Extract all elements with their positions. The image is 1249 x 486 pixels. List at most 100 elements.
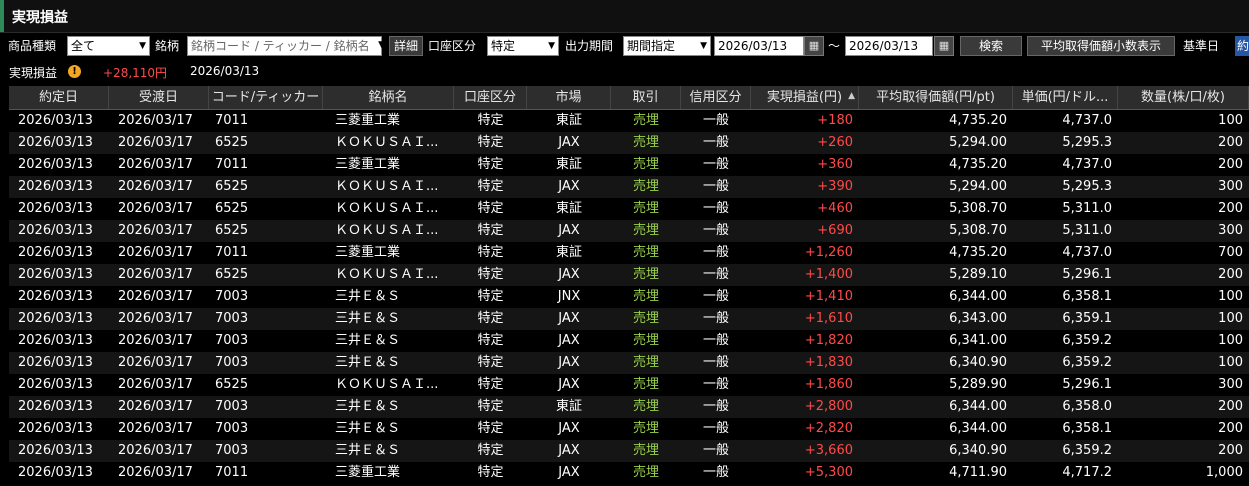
cell-avg-cost: 5,289.10 bbox=[949, 267, 1007, 282]
table-row[interactable]: 2026/03/13 2026/03/17 7003 三井Ｅ＆Ｓ 特定 JAX 売埋 一般 +2… bbox=[9, 418, 1249, 440]
cell-trade-date: 2026/03/13 bbox=[18, 355, 93, 370]
table-row[interactable]: 2026/03/13 2026/03/17 7011 三菱重工業 特定 東証 売埋 一般 +1,… bbox=[9, 242, 1249, 264]
cell-avg-cost: 4,711.90 bbox=[949, 465, 1007, 480]
period-label: 出力期間 bbox=[565, 39, 614, 53]
cell-settle-date: 2026/03/17 bbox=[118, 157, 193, 172]
table-row[interactable]: 2026/03/13 2026/03/17 7011 三菱重工業 特定 東証 売埋 一般 +36… bbox=[9, 154, 1249, 176]
cell-margin-type: 一般 bbox=[702, 443, 729, 458]
table-row[interactable]: 2026/03/13 2026/03/17 7011 三菱重工業 特定 JAX 売埋 一般 +5… bbox=[9, 462, 1249, 484]
product-type-select[interactable]: 全て ▼ bbox=[67, 36, 150, 56]
cell-trade-date: 2026/03/13 bbox=[18, 311, 93, 326]
cell-unit-price: 6,359.2 bbox=[1062, 333, 1112, 348]
cell-trade: 売埋 bbox=[632, 333, 659, 348]
table-body: 2026/03/13 2026/03/17 7011 三菱重工業 特定 東証 売埋 一般 +18… bbox=[9, 110, 1249, 484]
col-header-unit-price[interactable]: 単価(円/ドル... bbox=[1013, 86, 1118, 109]
period-select[interactable]: 期間指定 ▼ bbox=[623, 36, 711, 56]
summary-total: +28,110円 bbox=[103, 66, 168, 80]
search-button[interactable]: 検索 bbox=[960, 36, 1022, 56]
detail-button[interactable]: 詳細 bbox=[389, 36, 423, 56]
col-header-code[interactable]: コード/ティッカー bbox=[209, 86, 323, 109]
cell-trade: 売埋 bbox=[632, 113, 659, 128]
date-range-tilde: ～ bbox=[828, 39, 841, 53]
cell-settle-date: 2026/03/17 bbox=[118, 399, 193, 414]
summary-label: 実現損益 bbox=[9, 66, 58, 80]
cell-name: 三井Ｅ＆Ｓ bbox=[335, 311, 401, 326]
cell-quantity: 200 bbox=[1218, 443, 1243, 458]
cell-realized-pl: +690 bbox=[817, 223, 853, 238]
cell-unit-price: 5,311.0 bbox=[1062, 223, 1112, 238]
cell-market: JAX bbox=[558, 267, 580, 282]
cell-quantity: 100 bbox=[1218, 113, 1243, 128]
cell-margin-type: 一般 bbox=[702, 377, 729, 392]
table-row[interactable]: 2026/03/13 2026/03/17 6525 ＫＯＫＵＳＡＩ... 特定 東証 売埋… bbox=[9, 198, 1249, 220]
cell-account: 特定 bbox=[477, 377, 504, 392]
cell-trade-date: 2026/03/13 bbox=[18, 443, 93, 458]
cell-settle-date: 2026/03/17 bbox=[118, 135, 193, 150]
table-row[interactable]: 2026/03/13 2026/03/17 6525 ＫＯＫＵＳＡＩ... 特定 JAX 売… bbox=[9, 132, 1249, 154]
cell-unit-price: 6,359.2 bbox=[1062, 355, 1112, 370]
base-date-label: 基準日 bbox=[1183, 39, 1220, 53]
cell-code: 7003 bbox=[215, 333, 249, 348]
col-header-quantity[interactable]: 数量(株/口/枚) bbox=[1118, 86, 1249, 109]
cell-account: 特定 bbox=[477, 223, 504, 238]
cell-quantity: 1,000 bbox=[1205, 465, 1243, 480]
cell-trade-date: 2026/03/13 bbox=[18, 201, 93, 216]
account-label: 口座区分 bbox=[428, 39, 477, 53]
date-to-input[interactable]: 2026/03/13 bbox=[845, 36, 933, 56]
col-header-trade[interactable]: 取引 bbox=[611, 86, 681, 109]
cell-account: 特定 bbox=[477, 355, 504, 370]
cell-name: ＫＯＫＵＳＡＩ... bbox=[335, 179, 439, 194]
table-row[interactable]: 2026/03/13 2026/03/17 6525 ＫＯＫＵＳＡＩ... 特定 JAX 売… bbox=[9, 374, 1249, 396]
cell-code: 7011 bbox=[215, 157, 249, 172]
cell-margin-type: 一般 bbox=[702, 289, 729, 304]
table-row[interactable]: 2026/03/13 2026/03/17 7003 三井Ｅ＆Ｓ 特定 JNX 売埋 一般 +1… bbox=[9, 286, 1249, 308]
cell-trade: 売埋 bbox=[632, 311, 659, 326]
table-row[interactable]: 2026/03/13 2026/03/17 7003 三井Ｅ＆Ｓ 特定 JAX 売埋 一般 +1… bbox=[9, 352, 1249, 374]
cell-market: JAX bbox=[558, 443, 580, 458]
col-header-margin-type[interactable]: 信用区分 bbox=[681, 86, 751, 109]
col-header-market[interactable]: 市場 bbox=[527, 86, 611, 109]
account-select[interactable]: 特定 ▼ bbox=[487, 36, 559, 56]
cell-code: 7011 bbox=[215, 465, 249, 480]
table-row[interactable]: 2026/03/13 2026/03/17 6525 ＫＯＫＵＳＡＩ... 特定 JAX 売… bbox=[9, 220, 1249, 242]
cell-account: 特定 bbox=[477, 267, 504, 282]
col-header-account[interactable]: 口座区分 bbox=[454, 86, 527, 109]
col-header-name[interactable]: 銘柄名 bbox=[323, 86, 454, 109]
cell-code: 7003 bbox=[215, 289, 249, 304]
chevron-down-icon: ▼ bbox=[378, 40, 385, 50]
cell-trade: 売埋 bbox=[632, 179, 659, 194]
calendar-icon[interactable]: ▦ bbox=[804, 36, 824, 56]
cell-account: 特定 bbox=[477, 399, 504, 414]
col-header-trade-date[interactable]: 約定日 bbox=[9, 86, 109, 109]
cell-settle-date: 2026/03/17 bbox=[118, 245, 193, 260]
table-row[interactable]: 2026/03/13 2026/03/17 7003 三井Ｅ＆Ｓ 特定 東証 売埋 一般 +2,… bbox=[9, 396, 1249, 418]
table-row[interactable]: 2026/03/13 2026/03/17 6525 ＫＯＫＵＳＡＩ... 特定 JAX 売… bbox=[9, 264, 1249, 286]
avg-decimal-button[interactable]: 平均取得価額小数表示 bbox=[1027, 36, 1175, 56]
table-row[interactable]: 2026/03/13 2026/03/17 6525 ＫＯＫＵＳＡＩ... 特定 JAX 売… bbox=[9, 176, 1249, 198]
cell-unit-price: 5,296.1 bbox=[1062, 267, 1112, 282]
table-row[interactable]: 2026/03/13 2026/03/17 7003 三井Ｅ＆Ｓ 特定 JAX 売埋 一般 +1… bbox=[9, 330, 1249, 352]
chevron-down-icon: ▼ bbox=[139, 41, 146, 51]
cell-code: 7003 bbox=[215, 421, 249, 436]
cell-quantity: 300 bbox=[1218, 179, 1243, 194]
col-header-avg-cost[interactable]: 平均取得価額(円/pt) bbox=[859, 86, 1013, 109]
date-from-input[interactable]: 2026/03/13 bbox=[714, 36, 804, 56]
cell-code: 6525 bbox=[215, 267, 249, 282]
brand-search-input[interactable]: 銘柄コード / ティッカー / 銘柄名 bbox=[187, 36, 382, 56]
col-header-realized-pl[interactable]: 実現損益(円) ▲ bbox=[751, 86, 859, 109]
cell-name: 三菱重工業 bbox=[335, 245, 401, 260]
cell-trade: 売埋 bbox=[632, 267, 659, 282]
table-row[interactable]: 2026/03/13 2026/03/17 7003 三井Ｅ＆Ｓ 特定 JAX 売埋 一般 +3… bbox=[9, 440, 1249, 462]
cell-settle-date: 2026/03/17 bbox=[118, 355, 193, 370]
warning-icon[interactable]: ! bbox=[68, 65, 81, 78]
base-date-button[interactable]: 約 bbox=[1235, 36, 1249, 56]
calendar-icon[interactable]: ▦ bbox=[934, 36, 954, 56]
cell-trade-date: 2026/03/13 bbox=[18, 377, 93, 392]
cell-trade: 売埋 bbox=[632, 223, 659, 238]
cell-trade-date: 2026/03/13 bbox=[18, 421, 93, 436]
col-header-settle-date[interactable]: 受渡日 bbox=[109, 86, 209, 109]
cell-code: 6525 bbox=[215, 223, 249, 238]
table-row[interactable]: 2026/03/13 2026/03/17 7003 三井Ｅ＆Ｓ 特定 JAX 売埋 一般 +1… bbox=[9, 308, 1249, 330]
table-row[interactable]: 2026/03/13 2026/03/17 7011 三菱重工業 特定 東証 売埋 一般 +18… bbox=[9, 110, 1249, 132]
brand-dropdown[interactable]: ▼ bbox=[370, 36, 385, 54]
